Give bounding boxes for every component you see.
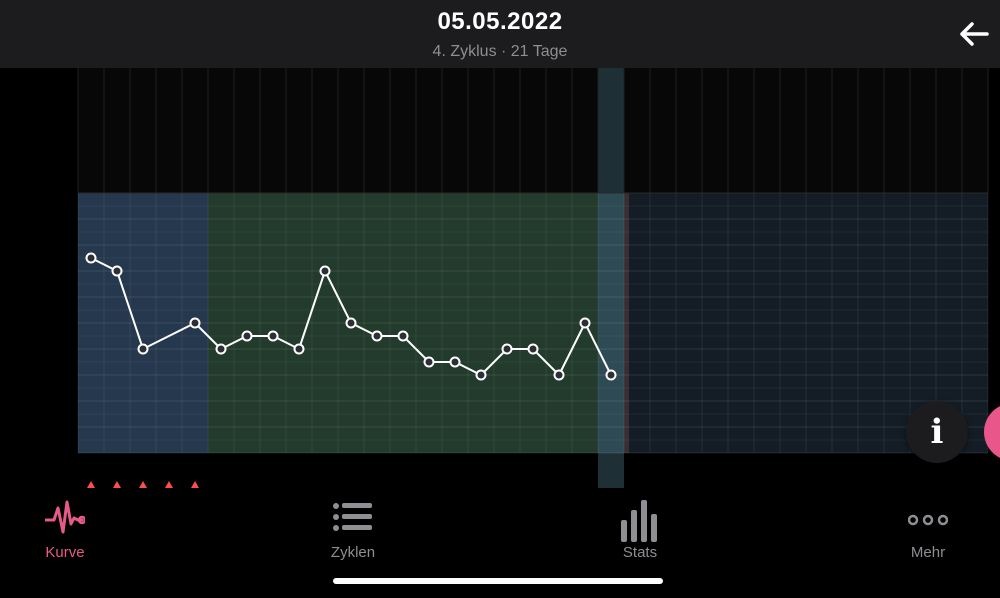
temperature-point — [111, 265, 123, 277]
temperature-chart[interactable] — [0, 68, 1000, 488]
temperature-point — [397, 330, 409, 342]
tab-label: Mehr — [910, 544, 946, 561]
header-band — [78, 68, 988, 193]
temperature-point — [241, 330, 253, 342]
today-daynum-cell — [598, 453, 624, 488]
temperature-point — [371, 330, 383, 342]
temperature-point — [137, 343, 149, 355]
temperature-point — [449, 356, 461, 368]
temperature-point — [527, 343, 539, 355]
temperature-point — [423, 356, 435, 368]
nav-header: 05.05.2022 4. Zyklus · 21 Tage — [0, 0, 1000, 68]
temperature-point — [579, 317, 591, 329]
temperature-point — [85, 252, 97, 264]
tab-zyklen[interactable]: Zyklen — [283, 494, 423, 564]
temperature-point — [215, 343, 227, 355]
temperature-point — [345, 317, 357, 329]
back-arrow-icon[interactable] — [956, 16, 992, 52]
temperature-point — [267, 330, 279, 342]
info-button[interactable]: i — [906, 401, 968, 463]
daynum-band — [0, 453, 1000, 488]
temperature-point — [553, 369, 565, 381]
temperature-point — [501, 343, 513, 355]
heartbeat-icon — [45, 500, 85, 534]
temperature-point — [605, 369, 617, 381]
tab-stats[interactable]: Stats — [570, 494, 710, 564]
page-title: 05.05.2022 — [437, 8, 563, 35]
tab-label: Zyklen — [330, 544, 376, 561]
list-icon — [333, 503, 372, 531]
temperature-point — [475, 369, 487, 381]
cycle-subtitle: 4. Zyklus · 21 Tage — [432, 43, 568, 60]
tab-label: Kurve — [45, 544, 85, 561]
tab-kurve[interactable]: Kurve — [0, 494, 135, 564]
home-indicator — [333, 578, 663, 584]
tab-mehr[interactable]: Mehr — [858, 494, 998, 564]
today-header-highlight — [598, 68, 624, 193]
tab-label: Stats — [622, 544, 658, 561]
info-icon: i — [930, 412, 944, 452]
bar-chart-icon — [621, 500, 657, 542]
temperature-point — [319, 265, 331, 277]
temperature-point — [293, 343, 305, 355]
more-dots-icon — [908, 514, 948, 526]
temperature-point — [189, 317, 201, 329]
